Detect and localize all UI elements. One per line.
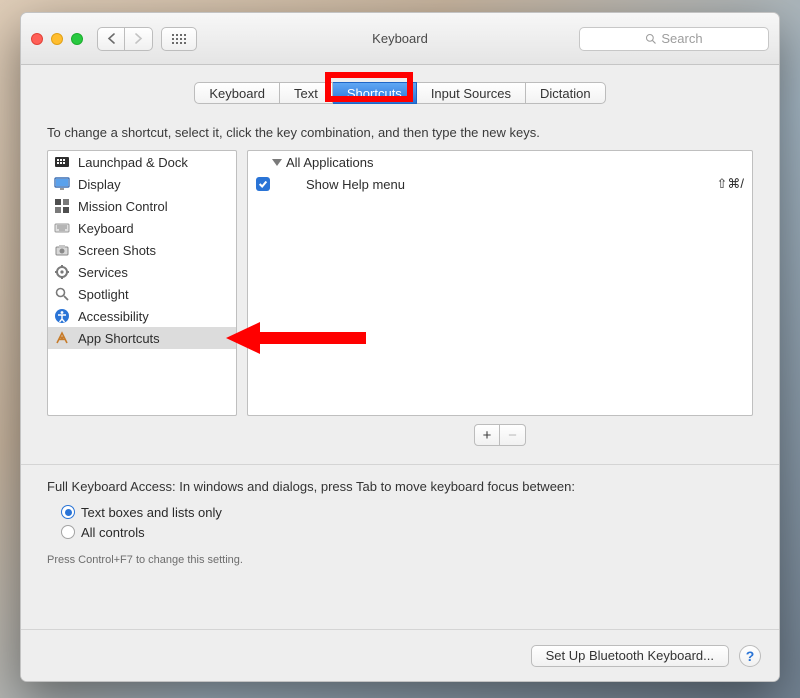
radio-label: Text boxes and lists only	[81, 505, 222, 520]
category-services[interactable]: Services	[48, 261, 236, 283]
zoom-button[interactable]	[71, 33, 83, 45]
remove-shortcut-button[interactable]: −	[500, 424, 526, 446]
launchpad-icon	[54, 154, 70, 170]
minus-icon: −	[508, 427, 517, 444]
category-label: Mission Control	[78, 199, 168, 214]
category-launchpad-dock[interactable]: Launchpad & Dock	[48, 151, 236, 173]
category-label: Screen Shots	[78, 243, 156, 258]
tab-dictation[interactable]: Dictation	[526, 82, 606, 104]
footer: Set Up Bluetooth Keyboard... ?	[21, 629, 779, 681]
group-label: All Applications	[286, 155, 373, 170]
shortcut-enabled-checkbox[interactable]	[256, 177, 270, 191]
category-keyboard[interactable]: Keyboard	[48, 217, 236, 239]
nav-forward-button[interactable]	[125, 27, 153, 51]
accessibility-icon	[54, 308, 70, 324]
nav-back-button[interactable]	[97, 27, 125, 51]
pane-body: To change a shortcut, select it, click t…	[21, 121, 779, 681]
screenshots-icon	[54, 242, 70, 258]
plus-icon: +	[483, 427, 492, 444]
tab-shortcuts[interactable]: Shortcuts	[333, 82, 417, 104]
shortcut-row-show-help-menu[interactable]: Show Help menu ⇧⌘/	[248, 173, 752, 195]
setup-bluetooth-keyboard-button[interactable]: Set Up Bluetooth Keyboard...	[531, 645, 729, 667]
category-screen-shots[interactable]: Screen Shots	[48, 239, 236, 261]
disclosure-triangle-icon[interactable]	[272, 159, 282, 166]
radio-button[interactable]	[61, 525, 75, 539]
category-accessibility[interactable]: Accessibility	[48, 305, 236, 327]
shortcut-label: Show Help menu	[306, 177, 405, 192]
tab-label: Input Sources	[431, 86, 511, 101]
tab-keyboard[interactable]: Keyboard	[194, 82, 280, 104]
tab-bar-row: Keyboard Text Shortcuts Input Sources Di…	[21, 65, 779, 121]
minimize-button[interactable]	[51, 33, 63, 45]
button-label: Set Up Bluetooth Keyboard...	[546, 648, 714, 663]
category-mission-control[interactable]: Mission Control	[48, 195, 236, 217]
close-button[interactable]	[31, 33, 43, 45]
tab-label: Dictation	[540, 86, 591, 101]
show-all-button[interactable]	[161, 27, 197, 51]
full-keyboard-access-hint: Press Control+F7 to change this setting.	[47, 554, 753, 566]
grid-icon	[172, 34, 186, 44]
mission-control-icon	[54, 198, 70, 214]
add-shortcut-button[interactable]: +	[474, 424, 500, 446]
services-icon	[54, 264, 70, 280]
display-icon	[54, 176, 70, 192]
category-label: Launchpad & Dock	[78, 155, 188, 170]
tab-label: Text	[294, 86, 318, 101]
category-label: Accessibility	[78, 309, 149, 324]
question-mark-icon: ?	[746, 648, 755, 664]
add-remove-buttons: + −	[47, 424, 753, 446]
tab-text[interactable]: Text	[280, 82, 333, 104]
radio-text-boxes-only[interactable]: Text boxes and lists only	[61, 502, 753, 522]
full-keyboard-access-heading: Full Keyboard Access: In windows and dia…	[47, 479, 753, 494]
spotlight-icon	[54, 286, 70, 302]
category-label: Services	[78, 265, 128, 280]
tab-bar: Keyboard Text Shortcuts Input Sources Di…	[194, 82, 605, 104]
category-label: App Shortcuts	[78, 331, 160, 346]
category-display[interactable]: Display	[48, 173, 236, 195]
category-app-shortcuts[interactable]: App Shortcuts	[48, 327, 236, 349]
split-panes: Launchpad & Dock Display Mission Control…	[47, 150, 753, 416]
help-button[interactable]: ?	[739, 645, 761, 667]
radio-label: All controls	[81, 525, 145, 540]
category-spotlight[interactable]: Spotlight	[48, 283, 236, 305]
search-placeholder: Search	[661, 31, 702, 46]
shortcut-detail-list[interactable]: All Applications Show Help menu ⇧⌘/	[247, 150, 753, 416]
divider	[21, 464, 779, 465]
chevron-right-icon	[134, 33, 143, 44]
tab-label: Keyboard	[209, 86, 265, 101]
radio-all-controls[interactable]: All controls	[61, 522, 753, 542]
group-all-applications[interactable]: All Applications	[248, 151, 752, 173]
keyboard-icon	[54, 220, 70, 236]
category-list[interactable]: Launchpad & Dock Display Mission Control…	[47, 150, 237, 416]
titlebar: Keyboard Search	[21, 13, 779, 65]
shortcut-keys[interactable]: ⇧⌘/	[716, 176, 744, 192]
nav-buttons	[97, 27, 153, 51]
category-label: Spotlight	[78, 287, 129, 302]
tab-input-sources[interactable]: Input Sources	[417, 82, 526, 104]
window-controls	[31, 33, 83, 45]
category-label: Display	[78, 177, 121, 192]
instructions-text: To change a shortcut, select it, click t…	[47, 125, 753, 140]
search-icon	[645, 33, 657, 45]
tab-label: Shortcuts	[347, 86, 402, 101]
chevron-left-icon	[107, 33, 116, 44]
search-input[interactable]: Search	[579, 27, 769, 51]
radio-button[interactable]	[61, 505, 75, 519]
preferences-window: Keyboard Search Keyboard Text Shortcuts …	[20, 12, 780, 682]
app-shortcuts-icon	[54, 330, 70, 346]
category-label: Keyboard	[78, 221, 134, 236]
